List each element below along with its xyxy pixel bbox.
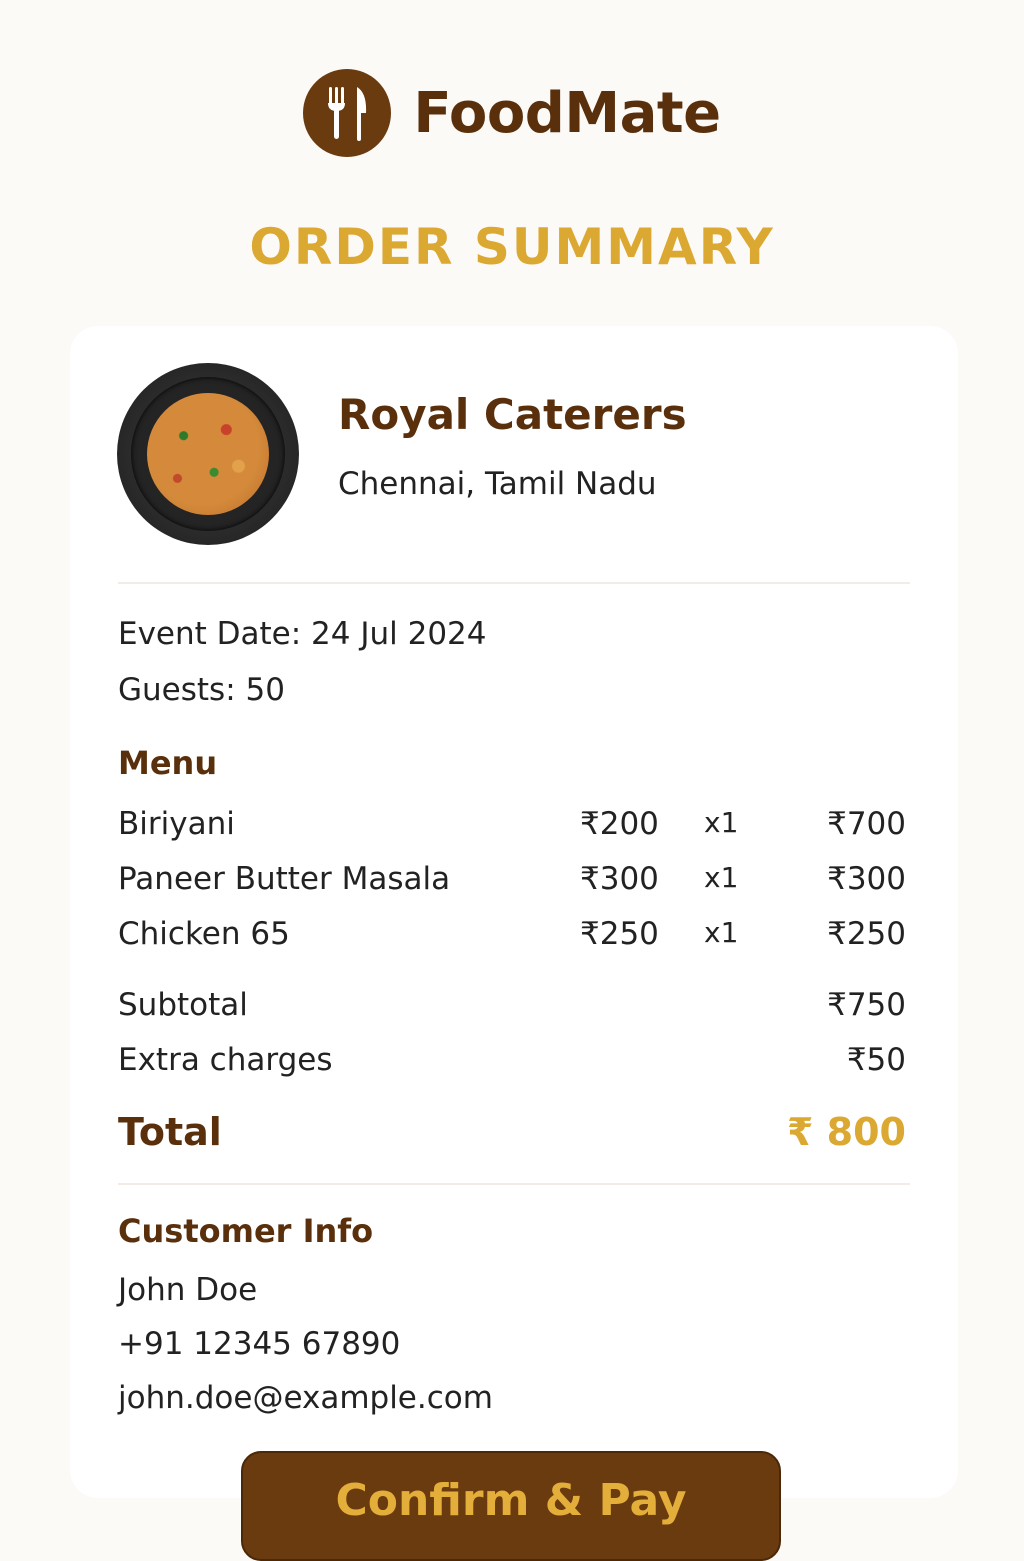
divider [118, 1183, 910, 1185]
customer-phone: +91 12345 67890 [118, 1326, 401, 1362]
menu-item-qty: x1 [704, 861, 739, 894]
divider [118, 582, 910, 584]
vendor-location: Chennai, Tamil Nadu [338, 466, 657, 502]
menu-item-price: ₹300 [580, 861, 659, 897]
menu-item-amount: ₹250 [827, 916, 906, 952]
menu-item-qty: x1 [704, 916, 739, 949]
menu-item-name: Biriyani [118, 806, 235, 842]
menu-title: Menu [118, 744, 218, 782]
extra-charges-value: ₹50 [846, 1042, 906, 1078]
total-value: ₹ 800 [787, 1110, 906, 1154]
menu-item-name: Chicken 65 [118, 916, 290, 952]
confirm-pay-button[interactable]: Confirm & Pay [241, 1451, 781, 1561]
subtotal-row: Subtotal ₹750 [118, 987, 906, 1031]
food-plate-image [117, 363, 299, 545]
total-label: Total [118, 1110, 222, 1154]
extra-charges-label: Extra charges [118, 1042, 333, 1078]
guest-count: Guests: 50 [118, 672, 285, 708]
menu-item: Chicken 65 ₹250 x1 ₹250 [118, 916, 906, 956]
menu-item: Biriyani ₹200 x1 ₹700 [118, 806, 906, 846]
menu-item-price: ₹250 [580, 916, 659, 952]
menu-item: Paneer Butter Masala ₹300 x1 ₹300 [118, 861, 906, 901]
event-date: Event Date: 24 Jul 2024 [118, 616, 487, 652]
page-title: ORDER SUMMARY [249, 218, 775, 276]
menu-item-amount: ₹300 [827, 861, 906, 897]
vendor-name: Royal Caterers [338, 390, 687, 439]
total-row: Total ₹ 800 [118, 1110, 906, 1154]
brand-header: FoodMate [0, 68, 1024, 158]
customer-email: john.doe@example.com [118, 1380, 493, 1416]
subtotal-value: ₹750 [827, 987, 906, 1023]
subtotal-label: Subtotal [118, 987, 248, 1023]
customer-info-title: Customer Info [118, 1212, 374, 1250]
menu-item-name: Paneer Butter Masala [118, 861, 451, 897]
order-summary-card: Royal Caterers Chennai, Tamil Nadu Event… [70, 326, 958, 1498]
extra-charges-row: Extra charges ₹50 [118, 1042, 906, 1086]
fork-knife-icon [303, 69, 392, 157]
menu-item-amount: ₹700 [827, 806, 906, 842]
menu-item-qty: x1 [704, 806, 739, 839]
brand-name: FoodMate [413, 80, 721, 146]
menu-item-price: ₹200 [580, 806, 659, 842]
customer-name: John Doe [118, 1272, 258, 1308]
